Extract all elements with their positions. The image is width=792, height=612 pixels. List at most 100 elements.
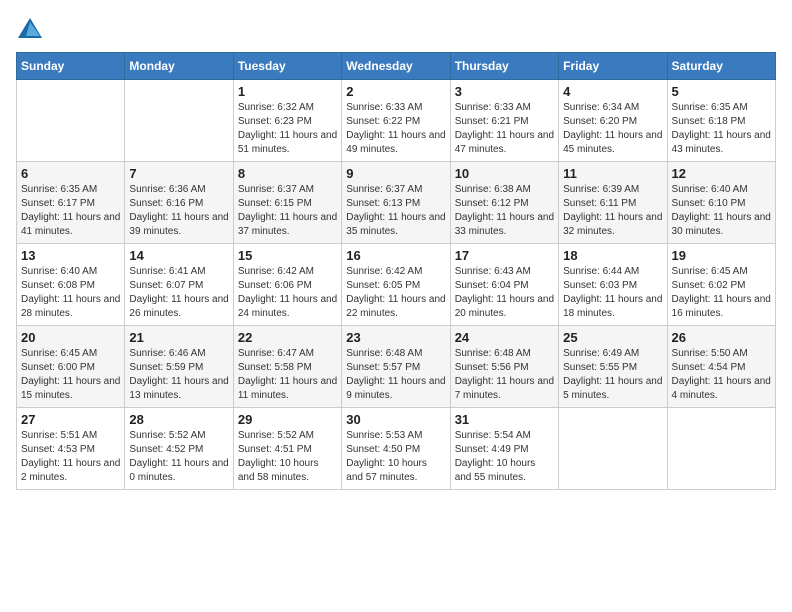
week-row-5: 27Sunrise: 5:51 AM Sunset: 4:53 PM Dayli… (17, 408, 776, 490)
header-cell-sunday: Sunday (17, 53, 125, 80)
day-number: 26 (672, 330, 771, 345)
day-number: 20 (21, 330, 120, 345)
day-cell: 3 Sunrise: 6:33 AM Sunset: 6:21 PM Daylig… (450, 80, 558, 162)
day-detail: Sunrise: 6:32 AM Sunset: 6:23 PM Dayligh… (238, 101, 337, 157)
day-cell: 25 Sunrise: 6:49 AM Sunset: 5:55 PM Dayli… (559, 326, 667, 408)
calendar-table: SundayMondayTuesdayWednesdayThursdayFrid… (16, 52, 776, 490)
week-row-3: 13Sunrise: 6:40 AM Sunset: 6:08 PM Dayli… (17, 244, 776, 326)
day-cell: 8 Sunrise: 6:37 AM Sunset: 6:15 PM Daylig… (233, 162, 341, 244)
day-detail: Sunrise: 6:48 AM Sunset: 5:57 PM Dayligh… (346, 347, 445, 403)
day-cell: 5Sunrise: 6:35 AM Sunset: 6:18 PM Daylig… (667, 80, 775, 162)
day-number: 6 (21, 166, 120, 181)
day-cell: 31 Sunrise: 5:54 AM Sunset: 4:49 PM Dayli… (450, 408, 558, 490)
day-number: 14 (129, 248, 228, 263)
day-cell: 18 Sunrise: 6:44 AM Sunset: 6:03 PM Dayli… (559, 244, 667, 326)
day-cell (667, 408, 775, 490)
day-number: 27 (21, 412, 120, 427)
day-detail: Sunrise: 6:46 AM Sunset: 5:59 PM Dayligh… (129, 347, 228, 403)
day-cell: 7 Sunrise: 6:36 AM Sunset: 6:16 PM Daylig… (125, 162, 233, 244)
day-detail: Sunrise: 6:40 AM Sunset: 6:10 PM Dayligh… (672, 183, 771, 239)
week-row-2: 6Sunrise: 6:35 AM Sunset: 6:17 PM Daylig… (17, 162, 776, 244)
day-cell: 11Sunrise: 6:39 AM Sunset: 6:11 PM Dayli… (559, 162, 667, 244)
day-number: 29 (238, 412, 337, 427)
day-cell: 10Sunrise: 6:38 AM Sunset: 6:12 PM Dayli… (450, 162, 558, 244)
day-detail: Sunrise: 6:33 AM Sunset: 6:22 PM Dayligh… (346, 101, 445, 157)
header-cell-thursday: Thursday (450, 53, 558, 80)
day-cell (125, 80, 233, 162)
day-cell: 13Sunrise: 6:40 AM Sunset: 6:08 PM Dayli… (17, 244, 125, 326)
day-number: 7 (129, 166, 228, 181)
day-cell: 24Sunrise: 6:48 AM Sunset: 5:56 PM Dayli… (450, 326, 558, 408)
day-cell: 19 Sunrise: 6:45 AM Sunset: 6:02 PM Dayli… (667, 244, 775, 326)
day-number: 17 (455, 248, 554, 263)
day-detail: Sunrise: 6:37 AM Sunset: 6:13 PM Dayligh… (346, 183, 445, 239)
header-row: SundayMondayTuesdayWednesdayThursdayFrid… (17, 53, 776, 80)
day-cell: 15Sunrise: 6:42 AM Sunset: 6:06 PM Dayli… (233, 244, 341, 326)
calendar-body: 1 Sunrise: 6:32 AM Sunset: 6:23 PM Daylig… (17, 80, 776, 490)
day-cell: 17 Sunrise: 6:43 AM Sunset: 6:04 PM Dayli… (450, 244, 558, 326)
day-cell: 23 Sunrise: 6:48 AM Sunset: 5:57 PM Dayli… (342, 326, 450, 408)
day-cell: 16 Sunrise: 6:42 AM Sunset: 6:05 PM Dayli… (342, 244, 450, 326)
day-detail: Sunrise: 6:44 AM Sunset: 6:03 PM Dayligh… (563, 265, 662, 321)
day-number: 18 (563, 248, 662, 263)
week-row-1: 1 Sunrise: 6:32 AM Sunset: 6:23 PM Daylig… (17, 80, 776, 162)
day-number: 31 (455, 412, 554, 427)
day-number: 21 (129, 330, 228, 345)
day-detail: Sunrise: 6:45 AM Sunset: 6:02 PM Dayligh… (672, 265, 771, 321)
header-cell-saturday: Saturday (667, 53, 775, 80)
day-cell (17, 80, 125, 162)
day-detail: Sunrise: 5:54 AM Sunset: 4:49 PM Dayligh… (455, 429, 554, 485)
week-row-4: 20 Sunrise: 6:45 AM Sunset: 6:00 PM Dayli… (17, 326, 776, 408)
header-cell-tuesday: Tuesday (233, 53, 341, 80)
day-number: 15 (238, 248, 337, 263)
day-cell: 9 Sunrise: 6:37 AM Sunset: 6:13 PM Daylig… (342, 162, 450, 244)
day-detail: Sunrise: 6:35 AM Sunset: 6:18 PM Dayligh… (672, 101, 771, 157)
day-cell: 21 Sunrise: 6:46 AM Sunset: 5:59 PM Dayli… (125, 326, 233, 408)
day-detail: Sunrise: 6:49 AM Sunset: 5:55 PM Dayligh… (563, 347, 662, 403)
day-number: 22 (238, 330, 337, 345)
day-number: 1 (238, 84, 337, 99)
day-detail: Sunrise: 6:43 AM Sunset: 6:04 PM Dayligh… (455, 265, 554, 321)
day-detail: Sunrise: 6:47 AM Sunset: 5:58 PM Dayligh… (238, 347, 337, 403)
day-detail: Sunrise: 6:41 AM Sunset: 6:07 PM Dayligh… (129, 265, 228, 321)
calendar-header: SundayMondayTuesdayWednesdayThursdayFrid… (17, 53, 776, 80)
day-number: 8 (238, 166, 337, 181)
day-number: 24 (455, 330, 554, 345)
day-detail: Sunrise: 6:33 AM Sunset: 6:21 PM Dayligh… (455, 101, 554, 157)
day-number: 3 (455, 84, 554, 99)
day-detail: Sunrise: 6:34 AM Sunset: 6:20 PM Dayligh… (563, 101, 662, 157)
day-detail: Sunrise: 6:37 AM Sunset: 6:15 PM Dayligh… (238, 183, 337, 239)
day-cell: 2Sunrise: 6:33 AM Sunset: 6:22 PM Daylig… (342, 80, 450, 162)
day-cell: 29Sunrise: 5:52 AM Sunset: 4:51 PM Dayli… (233, 408, 341, 490)
day-detail: Sunrise: 6:45 AM Sunset: 6:00 PM Dayligh… (21, 347, 120, 403)
day-cell: 28Sunrise: 5:52 AM Sunset: 4:52 PM Dayli… (125, 408, 233, 490)
header-cell-wednesday: Wednesday (342, 53, 450, 80)
day-number: 12 (672, 166, 771, 181)
day-number: 16 (346, 248, 445, 263)
day-cell: 20 Sunrise: 6:45 AM Sunset: 6:00 PM Dayli… (17, 326, 125, 408)
day-cell (559, 408, 667, 490)
day-detail: Sunrise: 6:40 AM Sunset: 6:08 PM Dayligh… (21, 265, 120, 321)
day-number: 28 (129, 412, 228, 427)
day-number: 11 (563, 166, 662, 181)
day-detail: Sunrise: 6:36 AM Sunset: 6:16 PM Dayligh… (129, 183, 228, 239)
page-header (16, 16, 776, 44)
day-detail: Sunrise: 6:42 AM Sunset: 6:05 PM Dayligh… (346, 265, 445, 321)
day-cell: 30Sunrise: 5:53 AM Sunset: 4:50 PM Dayli… (342, 408, 450, 490)
day-cell: 14 Sunrise: 6:41 AM Sunset: 6:07 PM Dayli… (125, 244, 233, 326)
day-cell: 26 Sunrise: 5:50 AM Sunset: 4:54 PM Dayli… (667, 326, 775, 408)
day-number: 9 (346, 166, 445, 181)
day-number: 23 (346, 330, 445, 345)
day-cell: 4 Sunrise: 6:34 AM Sunset: 6:20 PM Daylig… (559, 80, 667, 162)
logo-icon (16, 16, 44, 44)
header-cell-friday: Friday (559, 53, 667, 80)
header-cell-monday: Monday (125, 53, 233, 80)
day-number: 4 (563, 84, 662, 99)
day-number: 25 (563, 330, 662, 345)
day-number: 19 (672, 248, 771, 263)
day-detail: Sunrise: 5:50 AM Sunset: 4:54 PM Dayligh… (672, 347, 771, 403)
day-cell: 22 Sunrise: 6:47 AM Sunset: 5:58 PM Dayli… (233, 326, 341, 408)
day-cell: 12 Sunrise: 6:40 AM Sunset: 6:10 PM Dayli… (667, 162, 775, 244)
day-cell: 6Sunrise: 6:35 AM Sunset: 6:17 PM Daylig… (17, 162, 125, 244)
day-number: 10 (455, 166, 554, 181)
